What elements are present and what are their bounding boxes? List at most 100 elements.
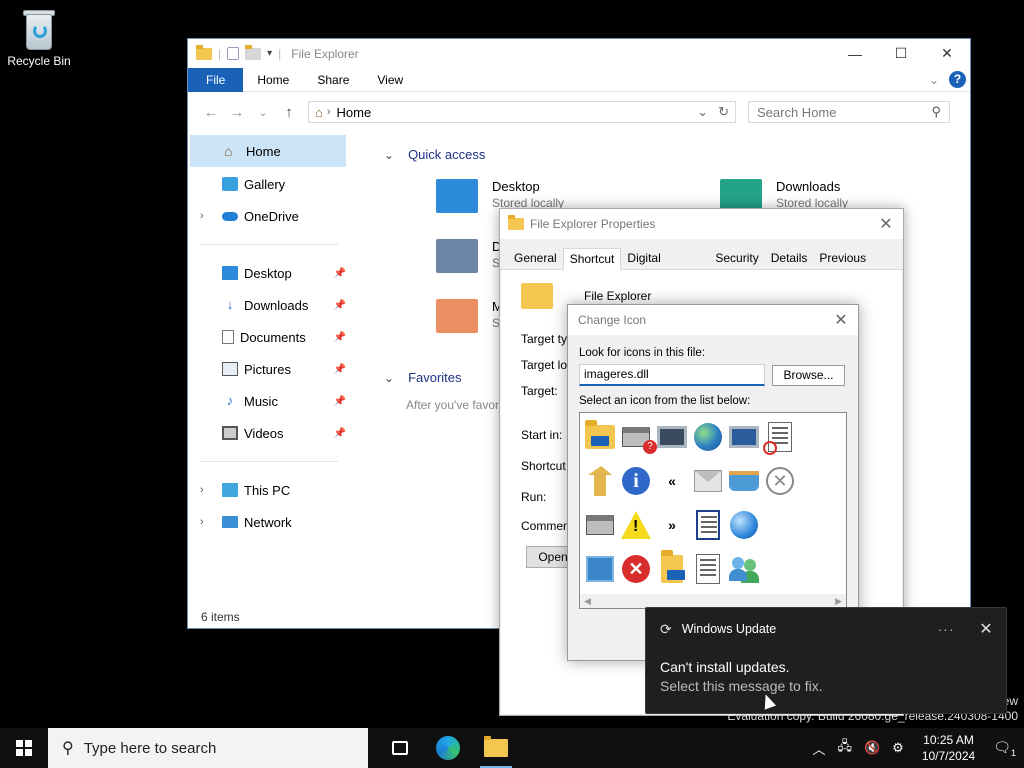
- sidebar-item-this-pc[interactable]: › This PC: [188, 474, 348, 506]
- pc-icon: [222, 483, 238, 497]
- chevron-right-icon[interactable]: ›: [200, 210, 204, 222]
- clock[interactable]: 10:25 AM 10/7/2024: [922, 732, 975, 764]
- search-input[interactable]: Search Home ⚲: [748, 101, 950, 123]
- expand-ribbon-icon[interactable]: ⌄: [929, 73, 939, 87]
- properties-icon[interactable]: [227, 47, 240, 60]
- chevron-right-icon[interactable]: ›: [200, 516, 204, 528]
- tab-digital-signatures[interactable]: Digital Signatures: [621, 248, 709, 286]
- task-view-button[interactable]: [376, 728, 424, 768]
- taskbar-search-box[interactable]: ⚲ Type here to search: [48, 728, 368, 768]
- close-button[interactable]: ✕: [924, 39, 970, 68]
- sidebar-item-pictures[interactable]: Pictures 📌: [188, 353, 348, 385]
- tab-view[interactable]: View: [363, 68, 417, 92]
- tab-general[interactable]: General: [508, 248, 563, 270]
- windows-update-notification[interactable]: ⟳ Windows Update ··· ✕ Can't install upd…: [645, 607, 1007, 714]
- tab-home[interactable]: Home: [243, 68, 303, 92]
- icon-file-input[interactable]: imageres.dll: [579, 364, 765, 386]
- maximize-button[interactable]: ☐: [878, 39, 924, 68]
- globe-icon[interactable]: [690, 417, 726, 457]
- tab-share[interactable]: Share: [303, 68, 363, 92]
- minimize-button[interactable]: —: [832, 39, 878, 68]
- back-button[interactable]: ←: [198, 104, 224, 121]
- recent-locations-button[interactable]: ⌄: [250, 106, 276, 119]
- network-icon[interactable]: 🖧: [837, 737, 852, 759]
- favorites-header[interactable]: ⌄ Favorites: [384, 370, 462, 385]
- notification-center-icon[interactable]: 🗨1: [993, 739, 1016, 758]
- address-dropdown-icon[interactable]: ⌄: [697, 104, 708, 120]
- sidebar-item-gallery[interactable]: Gallery: [188, 168, 348, 200]
- window-icon[interactable]: [690, 505, 726, 545]
- scroll-left-icon[interactable]: ◀: [584, 596, 591, 607]
- app-icon[interactable]: [582, 549, 618, 589]
- recycle-bin[interactable]: Recycle Bin: [6, 8, 72, 68]
- x-circle-icon[interactable]: ✕: [762, 461, 798, 501]
- close-icon[interactable]: ✕: [966, 619, 1006, 639]
- close-button[interactable]: ✕: [824, 310, 858, 330]
- file-explorer-taskbar-button[interactable]: [472, 728, 520, 768]
- error-icon[interactable]: ✕: [618, 549, 654, 589]
- pin-icon[interactable]: 📌: [334, 300, 346, 311]
- forward-icon[interactable]: »: [654, 505, 690, 545]
- pin-icon[interactable]: 📌: [334, 396, 346, 407]
- scroll-right-icon[interactable]: ▶: [835, 596, 842, 607]
- start-button[interactable]: [0, 728, 48, 768]
- printer-icon[interactable]: [582, 505, 618, 545]
- warning-icon[interactable]: [618, 505, 654, 545]
- edge-taskbar-button[interactable]: [424, 728, 472, 768]
- chevron-down-icon: ⌄: [384, 370, 395, 385]
- horizontal-scrollbar[interactable]: ◀ ▶: [580, 594, 846, 608]
- icon-list[interactable]: ? i « ✕ » ✕ ◀ ▶: [579, 412, 847, 609]
- folder-open-icon[interactable]: [654, 549, 690, 589]
- refresh-icon[interactable]: ↻: [718, 104, 729, 120]
- pin-icon[interactable]: 📌: [334, 332, 346, 343]
- settings-icon[interactable]: ⚙: [892, 740, 904, 756]
- pin-icon[interactable]: 📌: [334, 268, 346, 279]
- sidebar-item-home[interactable]: ⌂ Home: [190, 135, 346, 167]
- sidebar-item-downloads[interactable]: ↓ Downloads 📌: [188, 289, 348, 321]
- close-button[interactable]: ✕: [869, 214, 903, 234]
- help-icon[interactable]: ?: [949, 71, 966, 88]
- taskbar-search-placeholder: Type here to search: [83, 739, 217, 757]
- sidebar-item-desktop[interactable]: Desktop 📌: [188, 257, 348, 289]
- document-icon[interactable]: [690, 549, 726, 589]
- window-title: File Explorer: [291, 46, 359, 61]
- ribbon: File Home Share View ⌄ ?: [188, 67, 970, 92]
- basket-icon[interactable]: [726, 461, 762, 501]
- pin-icon[interactable]: 📌: [334, 364, 346, 375]
- tab-shortcut[interactable]: Shortcut: [562, 248, 622, 270]
- more-options-icon[interactable]: ···: [926, 621, 966, 637]
- browse-button[interactable]: Browse...: [772, 365, 845, 386]
- address-bar[interactable]: ⌂ › Home ⌄ ↻: [308, 101, 736, 123]
- sidebar-item-music[interactable]: ♪ Music 📌: [188, 385, 348, 417]
- sidebar-item-documents[interactable]: Documents 📌: [188, 321, 348, 353]
- computer-icon[interactable]: [654, 417, 690, 457]
- chevron-right-icon[interactable]: ›: [200, 484, 204, 496]
- tab-details[interactable]: Details: [765, 248, 814, 270]
- tab-security[interactable]: Security: [709, 248, 764, 270]
- blocked-doc-icon[interactable]: [762, 417, 798, 457]
- folder-up-icon[interactable]: [582, 461, 618, 501]
- globe-arrow-icon[interactable]: [726, 505, 762, 545]
- pin-icon[interactable]: 📌: [334, 428, 346, 439]
- sidebar-item-onedrive[interactable]: › OneDrive: [188, 200, 348, 232]
- folder-icon[interactable]: [582, 417, 618, 457]
- volume-muted-icon[interactable]: 🔇: [864, 740, 880, 756]
- forward-button[interactable]: →: [224, 104, 250, 121]
- tab-file[interactable]: File: [188, 67, 244, 92]
- sidebar-item-videos[interactable]: Videos 📌: [188, 417, 348, 449]
- up-button[interactable]: ↑: [276, 104, 302, 121]
- mail-icon[interactable]: [690, 461, 726, 501]
- sidebar-item-network[interactable]: › Network: [188, 506, 348, 538]
- tile-music[interactable]: MS: [436, 299, 503, 333]
- info-icon[interactable]: i: [618, 461, 654, 501]
- rewind-icon[interactable]: «: [654, 461, 690, 501]
- users-icon[interactable]: [726, 549, 762, 589]
- printer-help-icon[interactable]: ?: [618, 417, 657, 457]
- new-folder-icon[interactable]: [245, 44, 262, 60]
- quick-access-header[interactable]: ⌄ Quick access: [384, 147, 485, 162]
- show-hidden-icons-icon[interactable]: ︿: [812, 739, 825, 758]
- tile-documents[interactable]: DS: [436, 239, 501, 273]
- customize-qa-icon[interactable]: ▾: [267, 48, 272, 59]
- monitor-icon[interactable]: [726, 417, 762, 457]
- tab-previous-versions[interactable]: Previous Versions: [813, 248, 903, 286]
